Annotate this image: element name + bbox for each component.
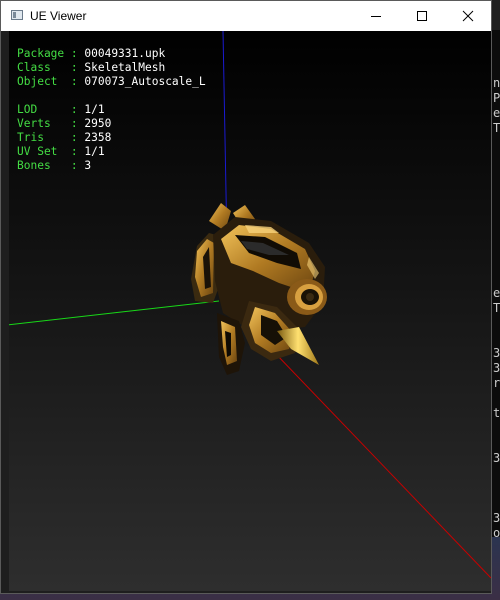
maximize-button[interactable] (399, 1, 445, 31)
info-value: SkeletalMesh (84, 61, 166, 74)
skeletal-mesh-model (191, 203, 327, 375)
background-console-right: nPeTeT33rt33oV (492, 30, 500, 600)
title-bar[interactable]: UE Viewer (1, 1, 491, 31)
console-line: e (493, 286, 500, 300)
console-line: T (493, 121, 500, 135)
info-key: LOD (17, 103, 65, 116)
info-separator: : (64, 61, 85, 74)
info-row: Package : 00049331.upk (17, 47, 206, 61)
info-separator: : (64, 75, 85, 88)
info-key: Verts (17, 117, 65, 130)
console-line: n (493, 76, 500, 90)
info-value: 00049331.upk (84, 47, 166, 60)
3d-viewport[interactable]: Package : 00049331.upk Class : SkeletalMe… (9, 31, 491, 591)
general-info: Package : 00049331.upk Class : SkeletalMe… (17, 47, 206, 89)
minimize-button[interactable] (353, 1, 399, 31)
window-app-icon (11, 10, 23, 20)
info-row: LOD : 1/1 (17, 103, 206, 117)
info-row: Class : SkeletalMesh (17, 61, 206, 75)
info-value: 3 (84, 159, 92, 172)
window-title: UE Viewer (30, 9, 87, 23)
info-key: Object (17, 75, 65, 88)
console-line: 3 (493, 511, 500, 525)
console-line: 3 (493, 451, 500, 465)
info-row: Object : 070073_Autoscale_L (17, 75, 206, 89)
close-icon (462, 10, 474, 22)
info-separator: : (64, 103, 85, 116)
console-line: P (493, 91, 500, 105)
console-line: e (493, 106, 500, 120)
info-key: Bones (17, 159, 65, 172)
info-key: Tris (17, 131, 65, 144)
info-row: UV Set : 1/1 (17, 145, 206, 159)
info-separator: : (64, 131, 85, 144)
minimize-icon (371, 16, 381, 17)
close-button[interactable] (445, 1, 491, 31)
x-axis-line (274, 352, 491, 579)
mesh-stats: LOD : 1/1 Verts : 2950 Tris : 2358 UV Set :… (17, 103, 206, 173)
console-line: t (493, 406, 500, 420)
info-separator: : (64, 145, 85, 158)
info-key: UV Set (17, 145, 65, 158)
ue-viewer-window: UE Viewer Package: 00049331.upk Class:… (0, 0, 492, 594)
console-line: 3 (493, 361, 500, 375)
info-value: 2358 (84, 131, 112, 144)
info-separator: : (64, 117, 85, 130)
maximize-icon (417, 11, 427, 21)
info-value: 1/1 (84, 145, 105, 158)
info-value: 070073_Autoscale_L (84, 75, 206, 88)
info-row: Tris : 2358 (17, 131, 206, 145)
info-value: 1/1 (84, 103, 105, 116)
y-axis-line (9, 300, 220, 326)
info-separator: : (64, 159, 85, 172)
console-line: T (493, 301, 500, 315)
info-key: Package (17, 47, 65, 60)
info-row: Bones : 3 (17, 159, 206, 173)
mesh-info-overlay: Package : 00049331.upk Class : SkeletalMe… (17, 47, 206, 173)
console-line: r (493, 376, 500, 390)
info-key: Class (17, 61, 65, 74)
info-value: 2950 (84, 117, 112, 130)
info-separator: : (64, 47, 85, 60)
console-line: 3 (493, 346, 500, 360)
info-row: Verts : 2950 (17, 117, 206, 131)
